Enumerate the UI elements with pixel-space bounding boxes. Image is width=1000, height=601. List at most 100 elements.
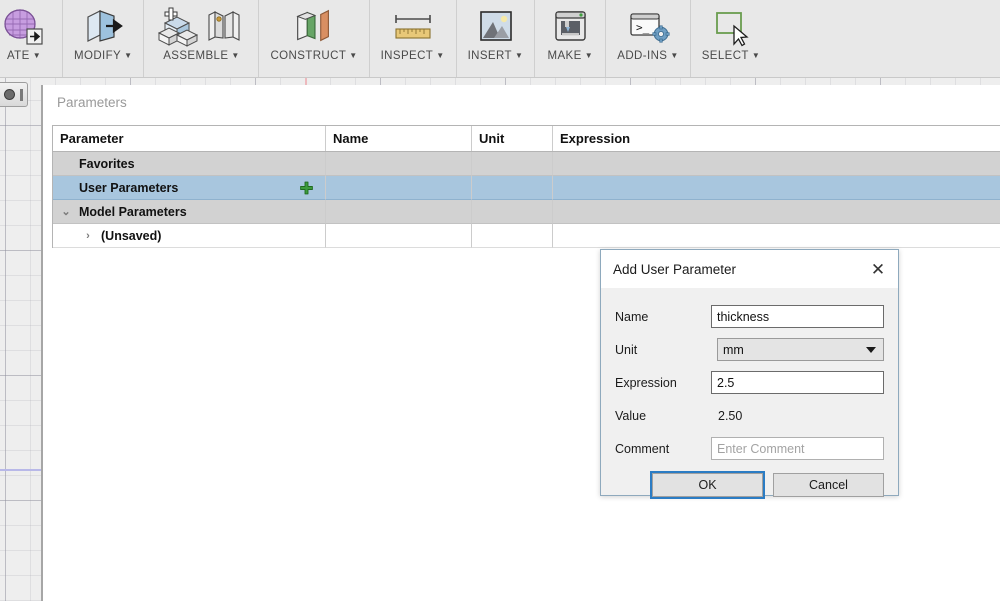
row-label-user-parameters: User Parameters — [53, 176, 326, 200]
row-expression-cell — [553, 224, 1000, 248]
expression-label: Expression — [615, 375, 677, 390]
row-expression-cell — [553, 176, 1000, 200]
unit-select[interactable]: mm — [717, 338, 884, 361]
chevron-down-icon: ▼ — [584, 51, 594, 60]
add-user-parameter-dialog: Add User Parameter ✕ Name Unit mm Expres… — [600, 249, 899, 499]
construct-planes-icon — [290, 6, 338, 48]
toolbar-group-make-label: MAKE ▼ — [547, 50, 594, 62]
toolbar-group-addins[interactable]: >_ ADD-INS ▼ — [606, 0, 691, 77]
row-label-unsaved: › (Unsaved) — [53, 224, 326, 248]
column-header-parameter[interactable]: Parameter — [53, 126, 326, 151]
image-mountain-icon — [471, 6, 519, 48]
chevron-down-icon: ▼ — [751, 51, 761, 60]
panel-title: Parameters — [43, 85, 1000, 121]
add-parameter-icon[interactable] — [300, 181, 313, 194]
toolbar-group-construct[interactable]: CONSTRUCT ▼ — [259, 0, 370, 77]
toolbar-group-modify[interactable]: MODIFY ▼ — [63, 0, 145, 77]
name-label: Name — [615, 309, 649, 324]
table-header-row: Parameter Name Unit Expression — [53, 126, 1000, 152]
value-label: Value — [615, 408, 647, 423]
panel-eye-icon — [4, 89, 15, 100]
toolbar-group-addins-label: ADD-INS ▼ — [617, 50, 679, 62]
row-label-model-parameters: ⌄ Model Parameters — [53, 200, 326, 224]
unit-selected-value: mm — [723, 342, 744, 357]
dialog-titlebar[interactable]: Add User Parameter ✕ — [601, 250, 898, 288]
row-expression-cell — [553, 200, 1000, 224]
field-row-name: Name — [615, 300, 884, 333]
name-input[interactable] — [711, 305, 884, 328]
3d-printer-icon — [546, 6, 594, 48]
column-header-unit[interactable]: Unit — [472, 126, 553, 151]
dialog-button-bar: OK Cancel — [601, 465, 898, 499]
toolbar-group-assemble[interactable]: ASSEMBLE ▼ — [144, 0, 260, 77]
table-row-user-parameters[interactable]: User Parameters — [53, 176, 1000, 200]
row-label-favorites: Favorites — [53, 152, 326, 176]
cancel-button[interactable]: Cancel — [773, 473, 884, 497]
toolbar-group-assemble-label: ASSEMBLE ▼ — [163, 50, 240, 62]
chevron-down-icon — [866, 346, 876, 353]
row-name-cell — [326, 200, 472, 224]
chevron-down-icon: ▼ — [436, 51, 445, 60]
dialog-body: Name Unit mm Expression Value 2.50 Comme… — [601, 288, 898, 465]
row-unit-cell — [472, 176, 553, 200]
table-row-model-parameters[interactable]: ⌄ Model Parameters — [53, 200, 1000, 224]
modify-box-arrow-icon — [79, 6, 127, 48]
toolbar-group-insert-label: INSERT ▼ — [467, 50, 524, 62]
ruler-measure-icon — [389, 6, 437, 48]
chevron-down-icon: ▼ — [670, 51, 679, 60]
chevron-down-icon: ▼ — [231, 51, 240, 60]
dialog-title: Add User Parameter — [613, 261, 737, 277]
unit-label: Unit — [615, 342, 638, 357]
row-unit-cell — [472, 200, 553, 224]
chevron-down-icon[interactable]: ⌄ — [59, 205, 73, 218]
close-icon[interactable]: ✕ — [864, 255, 892, 283]
toolbar-group-create-label: ATE ▼ — [6, 50, 42, 62]
table-row[interactable]: Favorites — [53, 152, 1000, 176]
svg-text:>_: >_ — [636, 21, 650, 34]
row-unit-cell — [472, 224, 553, 248]
main-toolbar: ATE ▼ MODIFY ▼ ASSEMBLE ▼ CONSTRUCT ▼ IN… — [0, 0, 1000, 78]
row-name-cell — [326, 176, 472, 200]
chevron-right-icon[interactable]: › — [81, 230, 95, 242]
row-expression-cell — [553, 152, 1000, 176]
table-row-unsaved[interactable]: › (Unsaved) — [53, 224, 1000, 248]
row-label-text: User Parameters — [79, 180, 179, 195]
column-header-name[interactable]: Name — [326, 126, 472, 151]
parameters-table: Parameter Name Unit Expression Favorites… — [52, 125, 1000, 248]
toolbar-group-select[interactable]: SELECT ▼ — [691, 0, 771, 77]
panel-handle-icon — [20, 88, 23, 101]
row-name-cell — [326, 152, 472, 176]
field-row-expression: Expression — [615, 366, 884, 399]
row-unit-cell — [472, 152, 553, 176]
row-label-text: Model Parameters — [79, 204, 187, 219]
ok-button[interactable]: OK — [650, 471, 765, 499]
field-row-unit: Unit mm — [615, 333, 884, 366]
value-readout: 2.50 — [718, 408, 743, 423]
create-mesh-icon — [0, 6, 48, 48]
expression-input[interactable] — [711, 371, 884, 394]
toolbar-group-insert[interactable]: INSERT ▼ — [457, 0, 536, 77]
toolbar-group-inspect[interactable]: INSPECT ▼ — [370, 0, 457, 77]
chevron-down-icon: ▼ — [514, 51, 524, 60]
toolbar-group-create[interactable]: ATE ▼ — [0, 0, 63, 77]
field-row-comment: Comment — [615, 432, 884, 465]
row-label-text: (Unsaved) — [101, 228, 162, 243]
toolbar-group-modify-label: MODIFY ▼ — [74, 50, 133, 62]
toolbar-group-construct-label: CONSTRUCT ▼ — [270, 50, 358, 62]
browser-panel-toggle[interactable] — [0, 82, 28, 107]
chevron-down-icon: ▼ — [32, 51, 42, 60]
chevron-down-icon: ▼ — [349, 51, 358, 60]
column-header-expression[interactable]: Expression — [553, 126, 1000, 151]
application-window: ATE ▼ MODIFY ▼ ASSEMBLE ▼ CONSTRUCT ▼ IN… — [0, 0, 1000, 601]
field-row-value: Value 2.50 — [615, 399, 884, 432]
select-cursor-icon — [707, 6, 755, 48]
row-name-cell — [326, 224, 472, 248]
toolbar-group-inspect-label: INSPECT ▼ — [380, 50, 445, 62]
script-gear-icon: >_ — [624, 6, 672, 48]
comment-input[interactable] — [711, 437, 884, 460]
toolbar-group-select-label: SELECT ▼ — [701, 50, 761, 62]
chevron-down-icon: ▼ — [124, 51, 133, 60]
comment-label: Comment — [615, 441, 670, 456]
assemble-blocks-icon — [155, 6, 247, 48]
toolbar-group-make[interactable]: MAKE ▼ — [535, 0, 607, 77]
